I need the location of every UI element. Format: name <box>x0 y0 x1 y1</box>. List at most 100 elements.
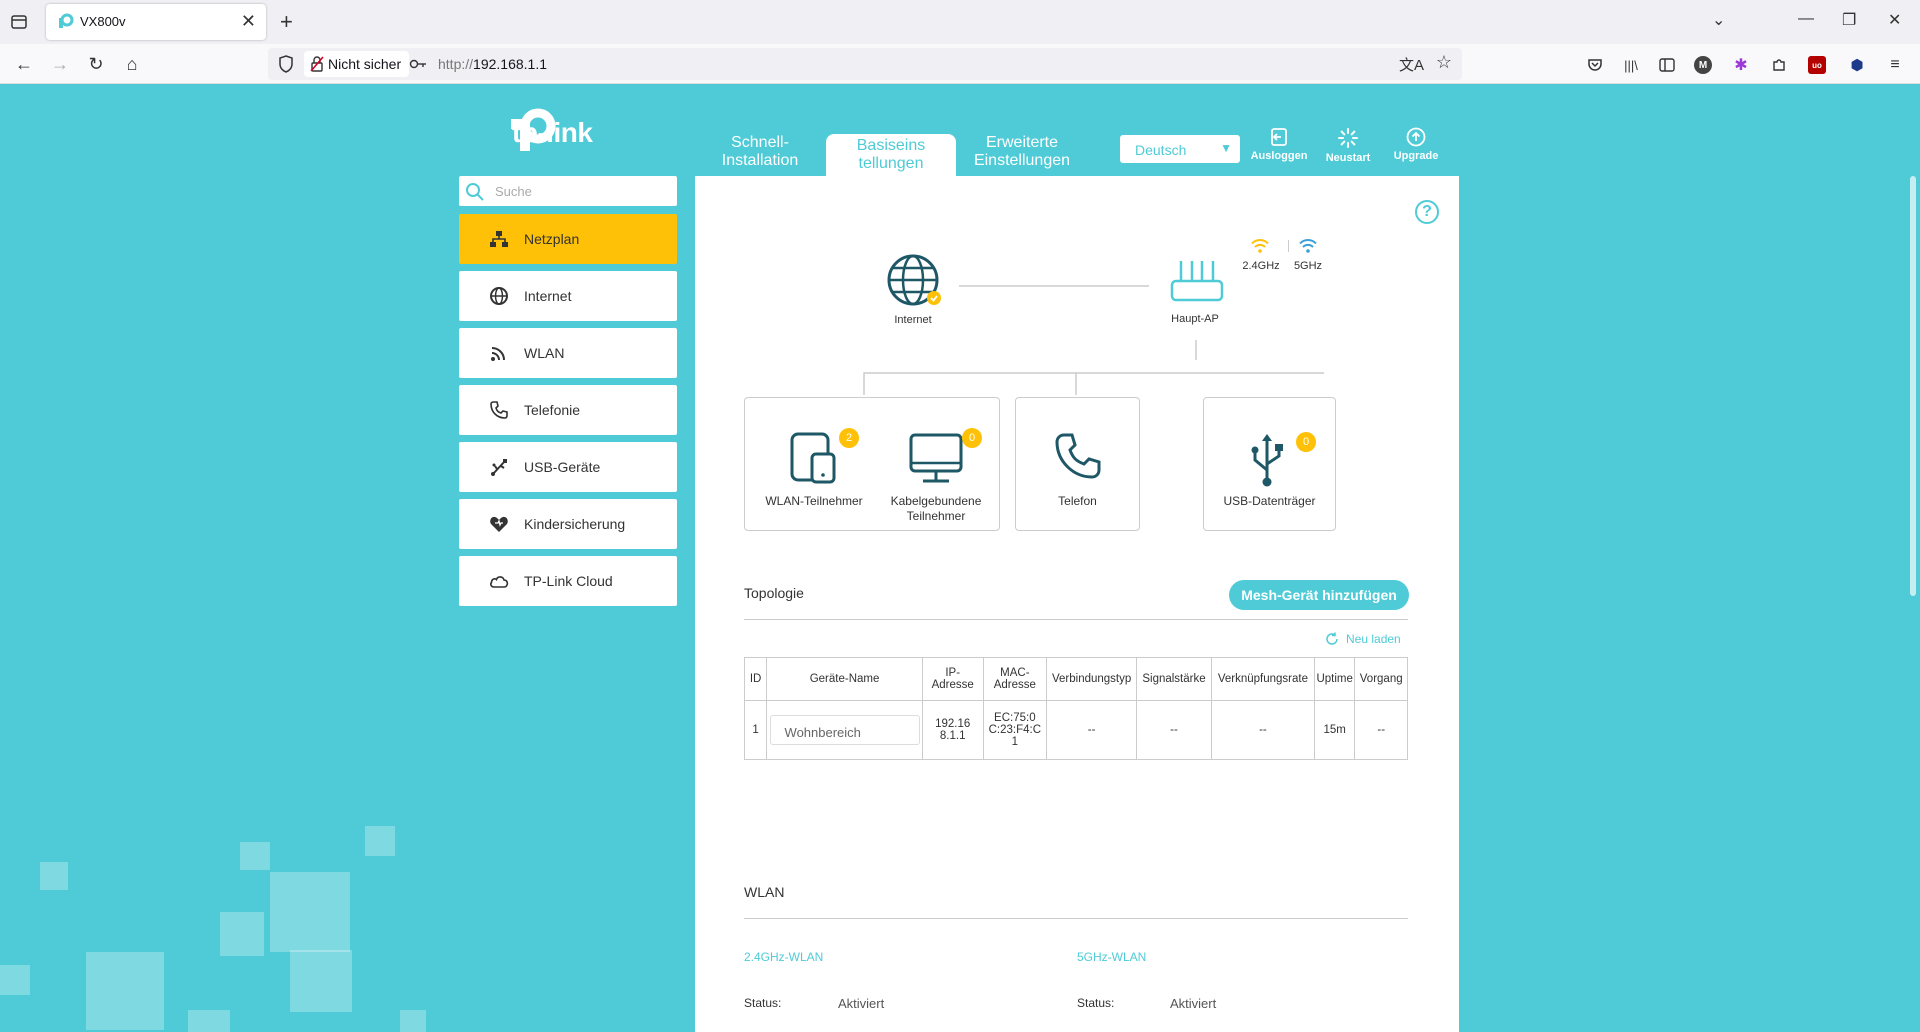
col-mac: MAC- Adresse <box>982 657 1048 701</box>
sidebar-item-parental-control[interactable]: Kindersicherung <box>459 499 677 549</box>
network-map-icon <box>490 231 508 247</box>
phone-label: Telefon <box>1058 494 1097 508</box>
chevron-down-icon: ▼ <box>1220 141 1232 155</box>
browser-tab[interactable]: VX800v ✕ <box>46 4 266 40</box>
band-5-label: 5GHz <box>1293 260 1323 272</box>
sidebar-item-label: Netzplan <box>524 231 580 247</box>
col-id: ID <box>743 657 768 701</box>
tab-close-icon[interactable]: ✕ <box>241 11 256 32</box>
page-scrollbar-thumb[interactable] <box>1910 176 1916 596</box>
cell-ip: 192.16 8.1.1 <box>921 700 984 760</box>
tab-basic-settings[interactable]: Basiseins tellungen <box>826 134 956 176</box>
wlan-5ghz-title: 5GHz-WLAN <box>1077 950 1147 964</box>
extension-shield-icon[interactable]: ⬢ <box>1848 56 1866 74</box>
close-window-button[interactable]: ✕ <box>1888 10 1901 30</box>
sidebar-item-internet[interactable]: Internet <box>459 271 677 321</box>
band-divider <box>1288 240 1289 252</box>
wired-clients-count: 0 <box>962 428 982 448</box>
col-action: Vorgang <box>1354 657 1408 701</box>
home-icon[interactable]: ⌂ <box>120 52 144 76</box>
sidebar-item-usb[interactable]: USB-Geräte <box>459 442 677 492</box>
cell-id: 1 <box>743 700 768 760</box>
brand-logo-text: tp-link <box>512 117 593 148</box>
pocket-icon[interactable] <box>1586 56 1604 74</box>
wlan-5ghz-status-value: Aktiviert <box>1170 996 1217 1011</box>
insecure-lock-icon <box>310 56 324 72</box>
add-mesh-device-button[interactable]: Mesh-Gerät hinzufügen <box>1229 580 1409 610</box>
search-placeholder: Suche <box>495 184 532 199</box>
menu-hamburger-icon[interactable]: ≡ <box>1886 56 1904 74</box>
sidebar-item-wlan[interactable]: WLAN <box>459 328 677 378</box>
sidebar-item-telefonie[interactable]: Telefonie <box>459 385 677 435</box>
reboot-button[interactable]: Neustart <box>1313 127 1383 164</box>
not-secure-indicator[interactable]: Nicht sicher <box>304 51 410 77</box>
reload-button[interactable]: Neu laden <box>1325 632 1401 646</box>
logout-icon <box>1271 128 1287 146</box>
reboot-icon <box>1338 128 1358 148</box>
search-icon <box>466 183 484 201</box>
col-signal: Signalstärke <box>1136 657 1212 701</box>
sidebar-item-label: Kindersicherung <box>524 516 626 532</box>
language-select[interactable]: Deutsch ▼ <box>1120 135 1240 163</box>
heart-icon <box>490 516 508 532</box>
usb-label: USB-Datenträger <box>1223 494 1316 508</box>
cell-signal: -- <box>1136 700 1212 760</box>
wlan-clients-label: WLAN-Teilnehmer <box>765 494 863 508</box>
usb-icon <box>1251 434 1283 487</box>
sidebar-search-input[interactable]: Suche <box>459 176 677 206</box>
refresh-icon <box>1326 632 1338 645</box>
browser-tab-bar: VX800v ✕ + ⌄ — ❐ ✕ <box>0 0 1920 44</box>
sidebar-item-label: USB-Geräte <box>524 459 601 475</box>
ublock-icon[interactable]: uo <box>1808 56 1826 74</box>
table-row: 1 Wohnbereich 192.16 8.1.1 EC:75:0 C:23:F4… <box>743 700 1408 760</box>
reload-button[interactable]: ↻ <box>84 52 108 76</box>
cell-uptime: 15m <box>1313 700 1356 760</box>
tab-advanced-settings[interactable]: Erweiterte Einstellungen <box>957 134 1087 170</box>
sidebar-item-cloud[interactable]: TP-Link Cloud <box>459 556 677 606</box>
restore-button[interactable]: ❐ <box>1842 10 1856 30</box>
topology-table: ID Geräte-Name IP- Adresse MAC- Adresse Ve… <box>743 657 1408 760</box>
tab-list-icon[interactable] <box>8 11 30 33</box>
telephone-icon <box>1055 433 1101 479</box>
tplink-favicon-icon <box>59 13 74 28</box>
new-tab-button[interactable]: + <box>280 9 293 35</box>
wlan-24ghz-status-label: Status: <box>744 996 782 1010</box>
sidebar-item-label: Internet <box>524 288 572 304</box>
sidebar-item-netzplan[interactable]: Netzplan <box>459 214 677 264</box>
url-text: http://192.168.1.1 <box>438 56 547 72</box>
wlan-divider <box>744 918 1408 919</box>
cell-device-name: Wohnbereich <box>766 700 923 760</box>
logout-button[interactable]: Ausloggen <box>1244 127 1314 162</box>
cell-link-rate: -- <box>1210 700 1315 760</box>
upgrade-button[interactable]: Upgrade <box>1381 127 1451 162</box>
forward-button[interactable]: → <box>48 52 72 76</box>
key-icon[interactable] <box>409 55 427 73</box>
wifi-icon <box>491 347 505 361</box>
wlan-clients-count: 2 <box>839 428 859 448</box>
globe-icon <box>887 254 941 306</box>
tab-overflow-icon[interactable]: ⌄ <box>1712 10 1725 30</box>
usb-storage-card[interactable]: 0 USB-Datenträger <box>1203 397 1336 531</box>
bookmark-star-icon[interactable]: ☆ <box>1436 52 1452 73</box>
library-icon[interactable]: |||\ <box>1622 56 1640 74</box>
account-avatar-icon[interactable]: M <box>1694 56 1712 74</box>
tab-quick-setup[interactable]: Schnell- Installation <box>695 134 825 170</box>
help-icon[interactable]: ? <box>1415 200 1439 224</box>
upgrade-icon <box>1406 127 1426 147</box>
url-bar[interactable]: Nicht sicher http://192.168.1.1 文A ☆ <box>268 48 1462 80</box>
phone-card[interactable]: Telefon <box>1015 397 1140 531</box>
extension-purple-icon[interactable]: ✱ <box>1732 56 1750 74</box>
cell-action: -- <box>1354 700 1408 760</box>
wifi-24ghz-icon <box>1251 239 1269 253</box>
mobile-devices-icon <box>790 432 836 484</box>
translate-icon[interactable]: 文A <box>1399 54 1424 75</box>
usb-icon <box>491 459 507 476</box>
minimize-button[interactable]: — <box>1798 10 1814 28</box>
sidebar-toggle-icon[interactable] <box>1658 56 1676 74</box>
device-name-input[interactable]: Wohnbereich <box>769 715 920 745</box>
shield-icon[interactable] <box>278 55 294 73</box>
sidebar-item-label: TP-Link Cloud <box>524 573 613 589</box>
sidebar-item-label: WLAN <box>524 345 565 361</box>
back-button[interactable]: ← <box>12 52 36 76</box>
extensions-puzzle-icon[interactable] <box>1770 56 1788 74</box>
